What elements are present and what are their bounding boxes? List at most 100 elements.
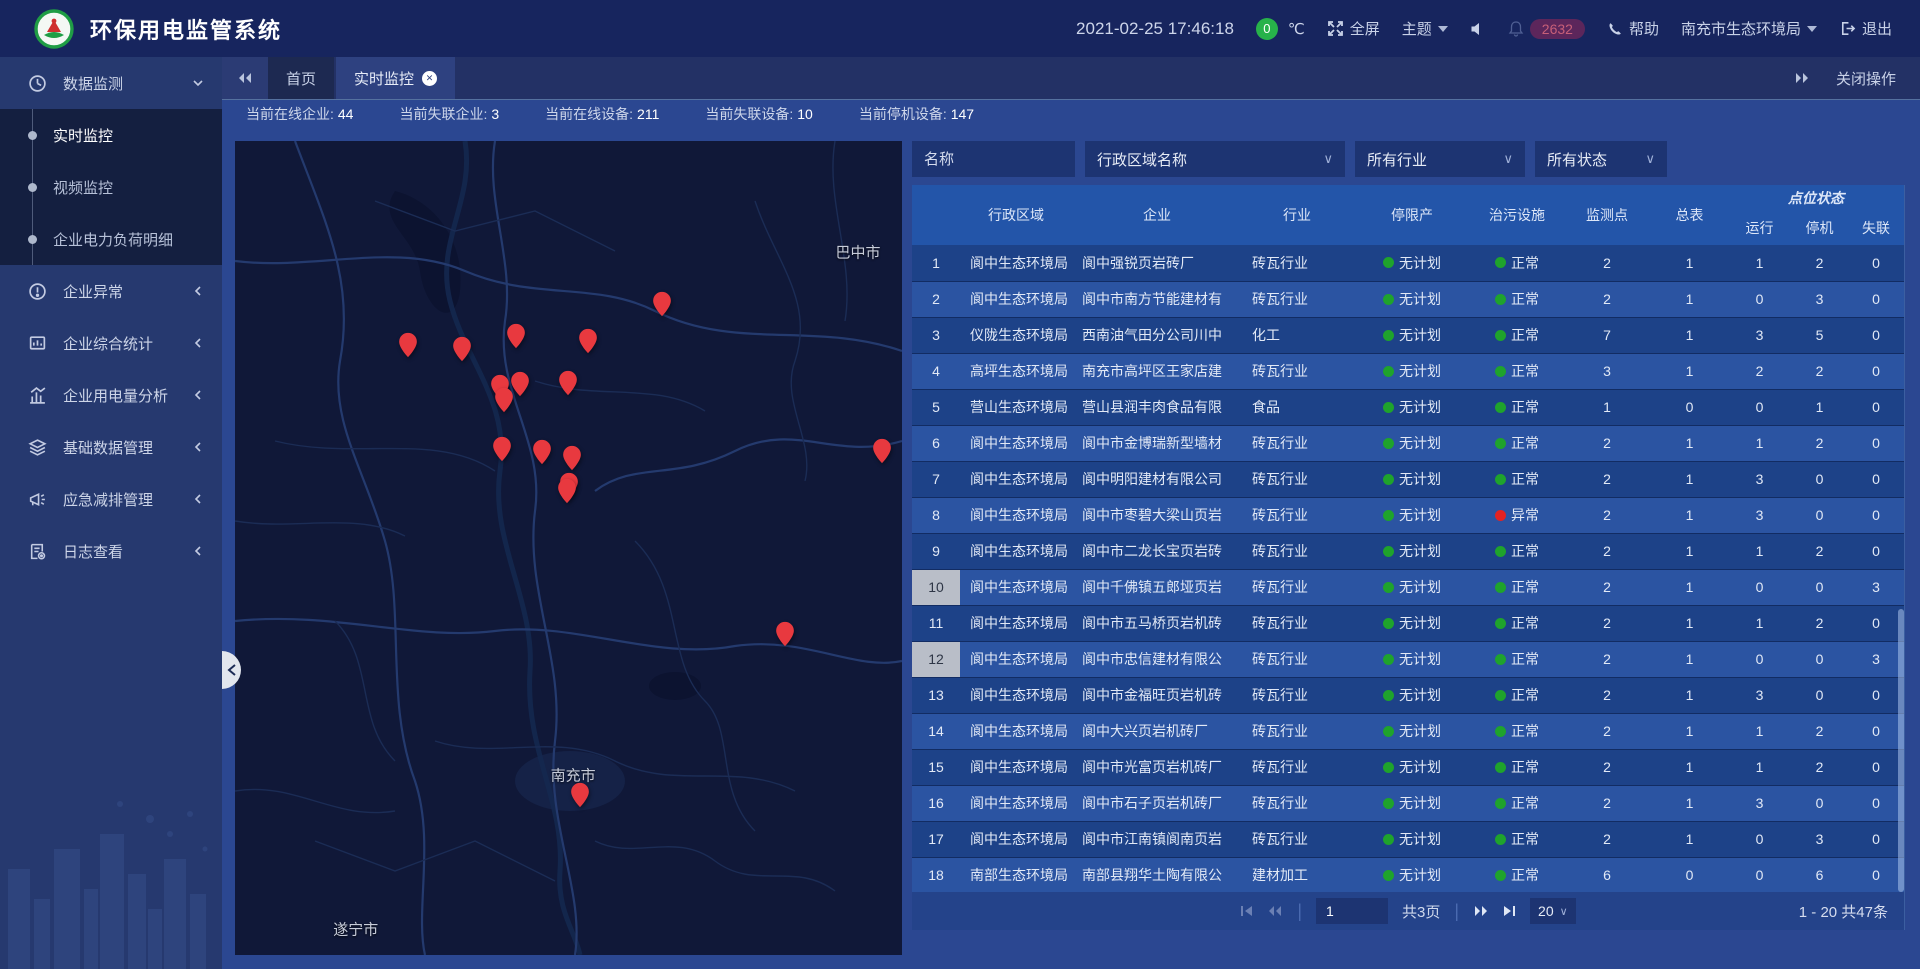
table-row[interactable]: 10 阆中生态环境局 阆中千佛镇五郎垭页岩 砖瓦行业 无计划 正常 2 1 0 … <box>912 569 1904 605</box>
cell-plan: 无计划 <box>1352 749 1472 785</box>
table-row[interactable]: 13 阆中生态环境局 阆中市金福旺页岩机砖 砖瓦行业 无计划 正常 2 1 3 … <box>912 677 1904 713</box>
table-row[interactable]: 11 阆中生态环境局 阆中市五马桥页岩机砖 砖瓦行业 无计划 正常 2 1 1 … <box>912 605 1904 641</box>
fullscreen-icon <box>1327 20 1344 37</box>
scrollbar-thumb[interactable] <box>1898 609 1904 892</box>
alert-icon <box>28 282 47 301</box>
plan-status-dot <box>1383 582 1394 593</box>
cell-running: 1 <box>1727 425 1792 461</box>
tab-close-icon[interactable]: ✕ <box>422 71 437 86</box>
chevron-left-icon <box>227 664 237 676</box>
sidebar-item-power-analysis[interactable]: 企业用电量分析 <box>0 369 222 421</box>
map-pin-icon[interactable] <box>871 438 893 464</box>
cell-running: 1 <box>1727 713 1792 749</box>
map-pin-icon[interactable] <box>397 332 419 358</box>
plan-status-dot <box>1383 330 1394 341</box>
facility-status-dot <box>1495 870 1506 881</box>
table-row[interactable]: 4 高坪生态环境局 南充市高坪区王家店建 砖瓦行业 无计划 正常 3 1 2 2… <box>912 353 1904 389</box>
fullscreen-button[interactable]: 全屏 <box>1327 18 1380 39</box>
sidebar-item-base-data[interactable]: 基础数据管理 <box>0 421 222 473</box>
cell-stopped: 2 <box>1792 245 1847 281</box>
map-pin-icon[interactable] <box>491 436 513 462</box>
table-row[interactable]: 17 阆中生态环境局 阆中市江南镇阆南页岩 砖瓦行业 无计划 正常 2 1 0 … <box>912 821 1904 857</box>
page-size-select[interactable]: 20 ∨ <box>1530 898 1576 924</box>
table-scrollbar[interactable] <box>1898 185 1904 892</box>
cell-running: 0 <box>1727 821 1792 857</box>
cell-region: 阆中生态环境局 <box>960 641 1072 677</box>
status-filter-select[interactable]: 所有状态 ∨ <box>1535 141 1667 177</box>
table-row[interactable]: 7 阆中生态环境局 阆中明阳建材有限公司 砖瓦行业 无计划 正常 2 1 3 0… <box>912 461 1904 497</box>
table-row[interactable]: 16 阆中生态环境局 阆中市石子页岩机砖厂 砖瓦行业 无计划 正常 2 1 3 … <box>912 785 1904 821</box>
row-index: 3 <box>912 317 960 353</box>
table-row[interactable]: 1 阆中生态环境局 阆中强锐页岩砖厂 砖瓦行业 无计划 正常 2 1 1 2 0 <box>912 245 1904 281</box>
map-pin-icon[interactable] <box>556 478 578 504</box>
map-pin-icon[interactable] <box>493 387 515 413</box>
last-page-icon <box>1503 905 1516 917</box>
map-pin-icon[interactable] <box>774 621 796 647</box>
cell-meters: 1 <box>1652 713 1727 749</box>
cell-facility: 正常 <box>1472 461 1562 497</box>
sidebar-item-realtime-monitor[interactable]: 实时监控 <box>0 109 222 161</box>
tabs-scroll-left-button[interactable] <box>222 57 268 99</box>
name-filter-input[interactable] <box>912 141 1075 177</box>
next-page-button[interactable] <box>1473 905 1489 917</box>
row-index: 16 <box>912 785 960 821</box>
map-pin-icon[interactable] <box>557 370 579 396</box>
map-pin-icon[interactable] <box>577 328 599 354</box>
table-row[interactable]: 2 阆中生态环境局 阆中市南方节能建材有 砖瓦行业 无计划 正常 2 1 0 3… <box>912 281 1904 317</box>
table-row[interactable]: 6 阆中生态环境局 阆中市金博瑞新型墙材 砖瓦行业 无计划 正常 2 1 1 2… <box>912 425 1904 461</box>
sidebar-item-log-view[interactable]: 日志查看 <box>0 525 222 577</box>
sidebar-item-video-monitor[interactable]: 视频监控 <box>0 161 222 213</box>
prev-page-button[interactable] <box>1267 905 1283 917</box>
cell-stopped: 1 <box>1792 389 1847 425</box>
chevron-left-icon <box>192 545 204 557</box>
tabs-scroll-right-button[interactable] <box>1794 72 1810 84</box>
tab-realtime-monitor[interactable]: 实时监控 ✕ <box>336 57 455 99</box>
table-row[interactable]: 14 阆中生态环境局 阆中大兴页岩机砖厂 砖瓦行业 无计划 正常 2 1 1 2… <box>912 713 1904 749</box>
sidebar-item-enterprise-abnormal[interactable]: 企业异常 <box>0 265 222 317</box>
map-pin-icon[interactable] <box>505 323 527 349</box>
table-row[interactable]: 8 阆中生态环境局 阆中市枣碧大梁山页岩 砖瓦行业 无计划 异常 2 1 3 0… <box>912 497 1904 533</box>
table-row[interactable]: 15 阆中生态环境局 阆中市光富页岩机砖厂 砖瓦行业 无计划 正常 2 1 1 … <box>912 749 1904 785</box>
table-row[interactable]: 5 营山生态环境局 营山县润丰肉食品有限 食品 无计划 正常 1 0 0 1 0 <box>912 389 1904 425</box>
sidebar-item-power-load-detail[interactable]: 企业电力负荷明细 <box>0 213 222 265</box>
table-row[interactable]: 18 南部生态环境局 南部县翔华土陶有限公 建材加工 无计划 正常 6 0 0 … <box>912 857 1904 892</box>
sidebar-item-data-monitor[interactable]: 数据监测 <box>0 57 222 109</box>
map-pin-icon[interactable] <box>531 439 553 465</box>
industry-filter-select[interactable]: 所有行业 ∨ <box>1355 141 1525 177</box>
col-points: 监测点 <box>1562 185 1652 245</box>
cell-company: 阆中市五马桥页岩机砖 <box>1072 605 1242 641</box>
help-button[interactable]: 帮助 <box>1607 18 1659 39</box>
cell-industry: 砖瓦行业 <box>1242 281 1352 317</box>
map-pin-icon[interactable] <box>569 782 591 808</box>
org-dropdown[interactable]: 南充市生态环境局 <box>1681 18 1817 39</box>
last-page-button[interactable] <box>1503 905 1516 917</box>
table-scroll-area[interactable]: 行政区域 企业 行业 停限产 治污设施 监测点 总表 点位状态 <box>912 185 1904 892</box>
plan-status-dot <box>1383 654 1394 665</box>
table-row[interactable]: 3 仪陇生态环境局 西南油气田分公司川中 化工 无计划 正常 7 1 3 5 0 <box>912 317 1904 353</box>
cell-points: 2 <box>1562 281 1652 317</box>
cell-meters: 1 <box>1652 785 1727 821</box>
table-row[interactable]: 12 阆中生态环境局 阆中市忠信建材有限公 砖瓦行业 无计划 正常 2 1 0 … <box>912 641 1904 677</box>
sidebar-item-emergency-reduction[interactable]: 应急减排管理 <box>0 473 222 525</box>
cell-points: 2 <box>1562 533 1652 569</box>
map-pin-icon[interactable] <box>651 291 673 317</box>
map-panel[interactable]: 巴中市南充市遂宁市 <box>235 141 902 955</box>
first-page-button[interactable] <box>1240 905 1253 917</box>
page-number-input[interactable] <box>1316 898 1388 924</box>
map-pin-icon[interactable] <box>561 445 583 471</box>
cell-stopped: 2 <box>1792 605 1847 641</box>
cell-company: 阆中市石子页岩机砖厂 <box>1072 785 1242 821</box>
map-pin-icon[interactable] <box>451 336 473 362</box>
region-filter-select[interactable]: 行政区域名称 ∨ <box>1085 141 1345 177</box>
cell-region: 阆中生态环境局 <box>960 677 1072 713</box>
sidebar-item-enterprise-statistics[interactable]: 企业综合统计 <box>0 317 222 369</box>
cell-industry: 砖瓦行业 <box>1242 677 1352 713</box>
tab-home[interactable]: 首页 <box>268 57 334 99</box>
close-operations-button[interactable]: 关闭操作 <box>1836 68 1896 89</box>
notifications-button[interactable]: 2632 <box>1508 19 1585 39</box>
table-row[interactable]: 9 阆中生态环境局 阆中市二龙长宝页岩砖 砖瓦行业 无计划 正常 2 1 1 2… <box>912 533 1904 569</box>
sound-button[interactable] <box>1470 21 1486 37</box>
logout-button[interactable]: 退出 <box>1839 18 1892 39</box>
cell-lost: 0 <box>1847 533 1904 569</box>
theme-dropdown[interactable]: 主题 <box>1402 18 1448 39</box>
